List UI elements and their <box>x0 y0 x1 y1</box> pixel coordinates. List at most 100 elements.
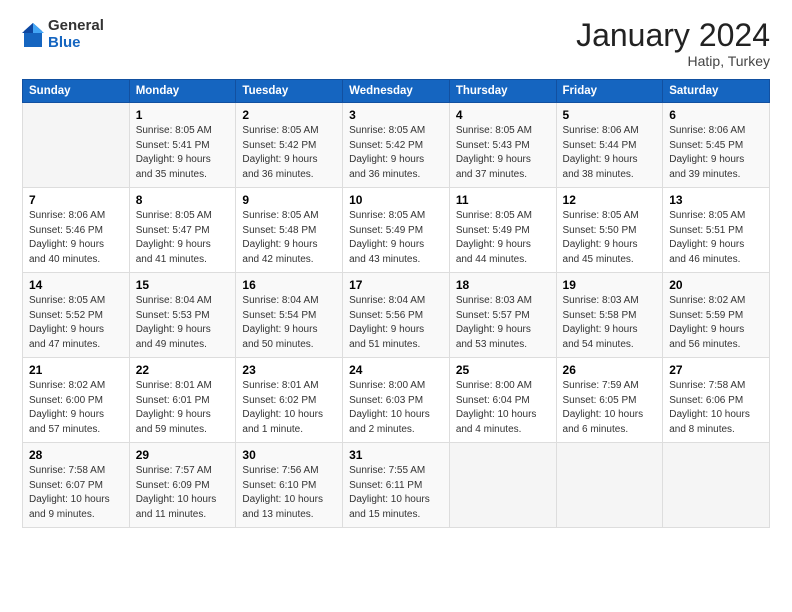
day-cell: 27 Sunrise: 7:58 AMSunset: 6:06 PMDaylig… <box>663 358 770 443</box>
day-number: 22 <box>136 363 230 377</box>
month-title: January 2024 <box>576 18 770 53</box>
day-number: 26 <box>563 363 657 377</box>
day-number: 15 <box>136 278 230 292</box>
title-block: January 2024 Hatip, Turkey <box>576 18 770 69</box>
day-number: 24 <box>349 363 443 377</box>
day-number: 2 <box>242 108 336 122</box>
day-info: Sunrise: 7:57 AMSunset: 6:09 PMDaylight:… <box>136 464 230 522</box>
day-number: 5 <box>563 108 657 122</box>
week-row-4: 28 Sunrise: 7:58 AMSunset: 6:07 PMDaylig… <box>23 443 770 528</box>
day-info: Sunrise: 8:02 AMSunset: 6:00 PMDaylight:… <box>29 379 123 437</box>
day-number: 23 <box>242 363 336 377</box>
col-header-thursday: Thursday <box>449 80 556 103</box>
day-number: 30 <box>242 448 336 462</box>
day-number: 10 <box>349 193 443 207</box>
week-row-1: 7 Sunrise: 8:06 AMSunset: 5:46 PMDayligh… <box>23 188 770 273</box>
day-info: Sunrise: 8:00 AMSunset: 6:04 PMDaylight:… <box>456 379 550 437</box>
day-number: 9 <box>242 193 336 207</box>
calendar-header-row: SundayMondayTuesdayWednesdayThursdayFrid… <box>23 80 770 103</box>
day-number: 4 <box>456 108 550 122</box>
location: Hatip, Turkey <box>576 53 770 69</box>
header: General Blue January 2024 Hatip, Turkey <box>22 18 770 69</box>
day-number: 17 <box>349 278 443 292</box>
day-cell: 12 Sunrise: 8:05 AMSunset: 5:50 PMDaylig… <box>556 188 663 273</box>
day-number: 25 <box>456 363 550 377</box>
day-info: Sunrise: 8:05 AMSunset: 5:43 PMDaylight:… <box>456 124 550 182</box>
day-cell: 15 Sunrise: 8:04 AMSunset: 5:53 PMDaylig… <box>129 273 236 358</box>
week-row-0: 1 Sunrise: 8:05 AMSunset: 5:41 PMDayligh… <box>23 103 770 188</box>
day-info: Sunrise: 8:04 AMSunset: 5:54 PMDaylight:… <box>242 294 336 352</box>
day-cell: 7 Sunrise: 8:06 AMSunset: 5:46 PMDayligh… <box>23 188 130 273</box>
day-number: 19 <box>563 278 657 292</box>
day-cell: 9 Sunrise: 8:05 AMSunset: 5:48 PMDayligh… <box>236 188 343 273</box>
col-header-tuesday: Tuesday <box>236 80 343 103</box>
day-cell: 23 Sunrise: 8:01 AMSunset: 6:02 PMDaylig… <box>236 358 343 443</box>
day-info: Sunrise: 8:03 AMSunset: 5:57 PMDaylight:… <box>456 294 550 352</box>
week-row-2: 14 Sunrise: 8:05 AMSunset: 5:52 PMDaylig… <box>23 273 770 358</box>
day-number: 18 <box>456 278 550 292</box>
day-cell: 30 Sunrise: 7:56 AMSunset: 6:10 PMDaylig… <box>236 443 343 528</box>
day-number: 3 <box>349 108 443 122</box>
day-cell: 10 Sunrise: 8:05 AMSunset: 5:49 PMDaylig… <box>343 188 450 273</box>
col-header-friday: Friday <box>556 80 663 103</box>
week-row-3: 21 Sunrise: 8:02 AMSunset: 6:00 PMDaylig… <box>23 358 770 443</box>
day-cell: 25 Sunrise: 8:00 AMSunset: 6:04 PMDaylig… <box>449 358 556 443</box>
day-number: 11 <box>456 193 550 207</box>
day-cell: 16 Sunrise: 8:04 AMSunset: 5:54 PMDaylig… <box>236 273 343 358</box>
col-header-sunday: Sunday <box>23 80 130 103</box>
day-info: Sunrise: 8:05 AMSunset: 5:49 PMDaylight:… <box>349 209 443 267</box>
logo-text: General Blue <box>48 18 104 51</box>
logo-icon <box>22 21 44 49</box>
day-info: Sunrise: 8:03 AMSunset: 5:58 PMDaylight:… <box>563 294 657 352</box>
day-cell: 18 Sunrise: 8:03 AMSunset: 5:57 PMDaylig… <box>449 273 556 358</box>
day-cell: 5 Sunrise: 8:06 AMSunset: 5:44 PMDayligh… <box>556 103 663 188</box>
day-number: 20 <box>669 278 763 292</box>
day-cell: 17 Sunrise: 8:04 AMSunset: 5:56 PMDaylig… <box>343 273 450 358</box>
col-header-monday: Monday <box>129 80 236 103</box>
day-info: Sunrise: 8:06 AMSunset: 5:45 PMDaylight:… <box>669 124 763 182</box>
day-cell <box>23 103 130 188</box>
day-info: Sunrise: 8:02 AMSunset: 5:59 PMDaylight:… <box>669 294 763 352</box>
day-cell: 13 Sunrise: 8:05 AMSunset: 5:51 PMDaylig… <box>663 188 770 273</box>
day-info: Sunrise: 8:00 AMSunset: 6:03 PMDaylight:… <box>349 379 443 437</box>
day-number: 12 <box>563 193 657 207</box>
day-info: Sunrise: 8:06 AMSunset: 5:44 PMDaylight:… <box>563 124 657 182</box>
logo: General Blue <box>22 18 104 51</box>
day-info: Sunrise: 8:04 AMSunset: 5:53 PMDaylight:… <box>136 294 230 352</box>
day-info: Sunrise: 8:04 AMSunset: 5:56 PMDaylight:… <box>349 294 443 352</box>
day-info: Sunrise: 7:58 AMSunset: 6:07 PMDaylight:… <box>29 464 123 522</box>
day-info: Sunrise: 8:01 AMSunset: 6:02 PMDaylight:… <box>242 379 336 437</box>
logo-general: General <box>48 18 104 35</box>
day-cell: 26 Sunrise: 7:59 AMSunset: 6:05 PMDaylig… <box>556 358 663 443</box>
day-info: Sunrise: 8:06 AMSunset: 5:46 PMDaylight:… <box>29 209 123 267</box>
col-header-saturday: Saturday <box>663 80 770 103</box>
day-info: Sunrise: 7:59 AMSunset: 6:05 PMDaylight:… <box>563 379 657 437</box>
day-number: 27 <box>669 363 763 377</box>
day-cell <box>556 443 663 528</box>
day-cell: 2 Sunrise: 8:05 AMSunset: 5:42 PMDayligh… <box>236 103 343 188</box>
day-info: Sunrise: 8:05 AMSunset: 5:41 PMDaylight:… <box>136 124 230 182</box>
day-number: 6 <box>669 108 763 122</box>
logo-blue: Blue <box>48 35 104 52</box>
day-number: 21 <box>29 363 123 377</box>
day-cell: 14 Sunrise: 8:05 AMSunset: 5:52 PMDaylig… <box>23 273 130 358</box>
day-cell: 19 Sunrise: 8:03 AMSunset: 5:58 PMDaylig… <box>556 273 663 358</box>
day-number: 1 <box>136 108 230 122</box>
day-cell: 11 Sunrise: 8:05 AMSunset: 5:49 PMDaylig… <box>449 188 556 273</box>
day-number: 31 <box>349 448 443 462</box>
day-cell: 21 Sunrise: 8:02 AMSunset: 6:00 PMDaylig… <box>23 358 130 443</box>
day-info: Sunrise: 8:05 AMSunset: 5:52 PMDaylight:… <box>29 294 123 352</box>
day-info: Sunrise: 8:05 AMSunset: 5:42 PMDaylight:… <box>242 124 336 182</box>
day-number: 13 <box>669 193 763 207</box>
day-info: Sunrise: 8:05 AMSunset: 5:48 PMDaylight:… <box>242 209 336 267</box>
day-cell: 31 Sunrise: 7:55 AMSunset: 6:11 PMDaylig… <box>343 443 450 528</box>
day-info: Sunrise: 8:01 AMSunset: 6:01 PMDaylight:… <box>136 379 230 437</box>
day-info: Sunrise: 8:05 AMSunset: 5:49 PMDaylight:… <box>456 209 550 267</box>
day-cell <box>663 443 770 528</box>
day-number: 14 <box>29 278 123 292</box>
day-cell: 28 Sunrise: 7:58 AMSunset: 6:07 PMDaylig… <box>23 443 130 528</box>
day-info: Sunrise: 8:05 AMSunset: 5:42 PMDaylight:… <box>349 124 443 182</box>
calendar-page: General Blue January 2024 Hatip, Turkey … <box>0 0 792 612</box>
day-cell: 4 Sunrise: 8:05 AMSunset: 5:43 PMDayligh… <box>449 103 556 188</box>
day-number: 29 <box>136 448 230 462</box>
